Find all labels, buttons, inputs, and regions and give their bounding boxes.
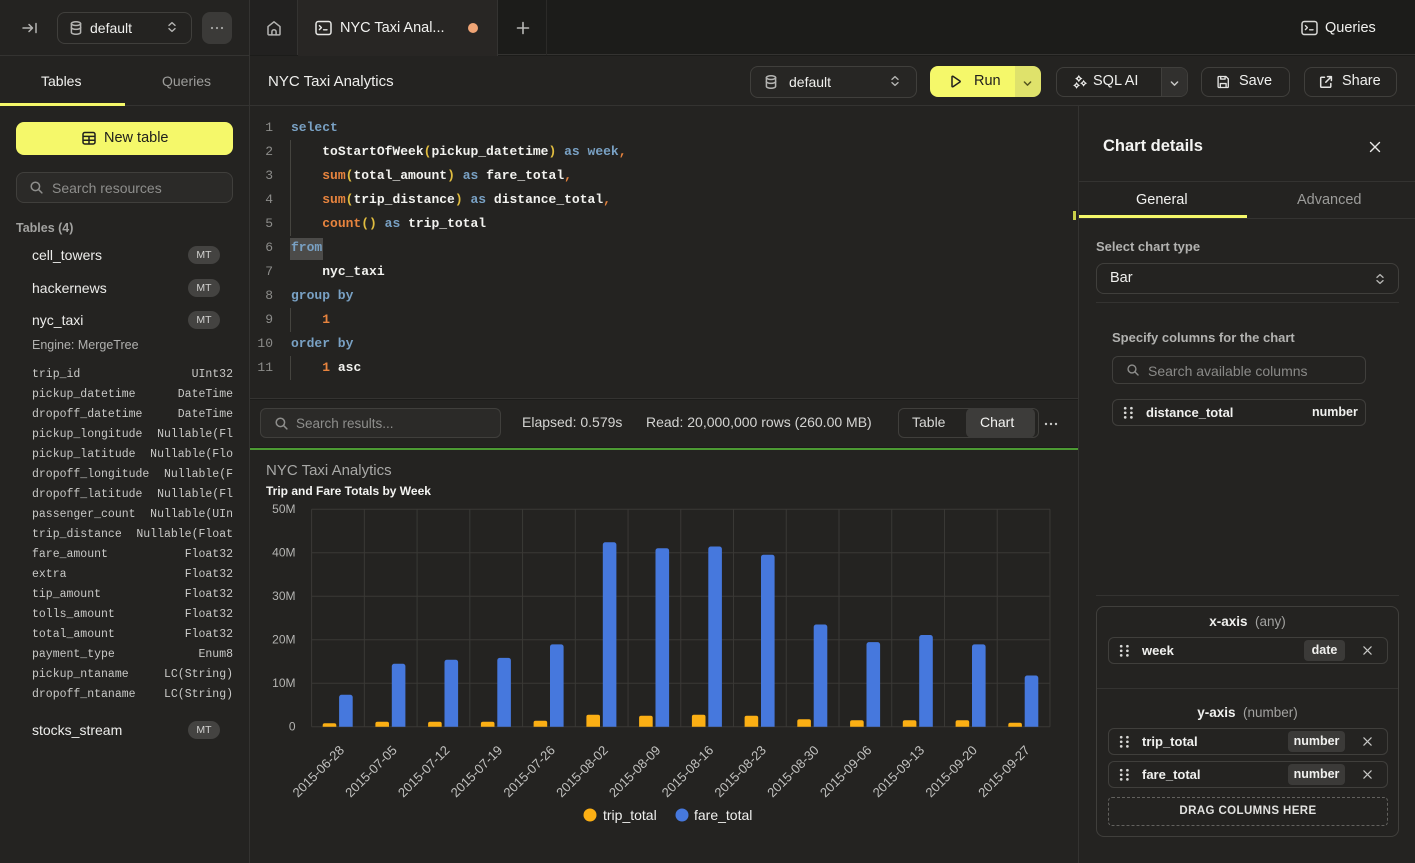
svg-text:2015-08-23: 2015-08-23: [711, 743, 769, 801]
svg-text:2015-09-13: 2015-09-13: [870, 743, 928, 801]
svg-text:0: 0: [289, 720, 296, 734]
svg-text:20M: 20M: [272, 633, 295, 647]
svg-text:2015-09-20: 2015-09-20: [922, 743, 980, 801]
svg-text:2015-07-26: 2015-07-26: [500, 743, 558, 801]
svg-text:2015-08-30: 2015-08-30: [764, 743, 822, 801]
svg-text:2015-09-27: 2015-09-27: [975, 743, 1033, 801]
svg-text:2015-08-02: 2015-08-02: [553, 743, 611, 801]
svg-text:40M: 40M: [272, 546, 295, 560]
svg-text:30M: 30M: [272, 589, 295, 603]
svg-text:fare_total: fare_total: [694, 807, 752, 823]
svg-text:2015-08-09: 2015-08-09: [606, 743, 664, 801]
svg-text:2015-07-12: 2015-07-12: [395, 743, 453, 801]
svg-text:2015-06-28: 2015-06-28: [289, 743, 347, 801]
svg-text:2015-07-19: 2015-07-19: [448, 743, 506, 801]
svg-text:2015-09-06: 2015-09-06: [817, 743, 875, 801]
svg-text:10M: 10M: [272, 676, 295, 690]
svg-text:50M: 50M: [272, 502, 295, 516]
svg-text:2015-07-05: 2015-07-05: [342, 743, 400, 801]
svg-text:2015-08-16: 2015-08-16: [659, 743, 717, 801]
svg-text:trip_total: trip_total: [603, 807, 657, 823]
